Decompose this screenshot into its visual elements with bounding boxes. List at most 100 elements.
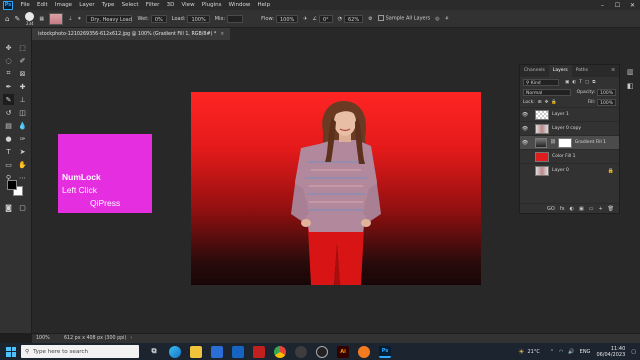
menu-edit[interactable]: Edit [33,2,51,8]
color-swatches[interactable] [7,180,25,198]
clean-brush-icon[interactable]: ✶ [77,16,81,22]
smoothing-input[interactable]: 62% [344,14,364,23]
tab-paths[interactable]: Paths [572,65,592,77]
pressure-icon[interactable]: ◎ [435,16,439,22]
path-select-tool-icon[interactable]: ➤ [17,146,28,157]
shape-tool-icon[interactable]: ▭ [3,159,14,170]
brush-settings-icon[interactable]: ▦ [39,16,44,22]
blend-mode-select[interactable]: Normal [523,88,571,96]
brush-tool-icon[interactable]: ✎ [3,94,14,105]
flow-input[interactable]: 100% [275,14,299,23]
visibility-eye-icon[interactable]: 👁 [520,126,530,132]
filter-type-icon[interactable]: T [579,80,582,85]
healing-brush-tool-icon[interactable]: ✚ [17,81,28,92]
task-view-icon[interactable]: ⧉ [148,346,160,358]
screen-mode-icon[interactable]: ▢ [17,202,28,213]
menu-image[interactable]: Image [51,2,75,8]
load-input[interactable]: 100% [187,14,210,23]
lock-position-icon[interactable]: ✥ [545,100,549,105]
marquee-tool-icon[interactable]: ⬚ [17,42,28,53]
menu-layer[interactable]: Layer [76,2,99,8]
zoom-level[interactable]: 100% [36,336,64,341]
menu-type[interactable]: Type [98,2,118,8]
layer-row[interactable]: Layer 0 🔒 [520,163,619,177]
tray-chevron-icon[interactable]: ⌃ [550,349,554,355]
language-indicator[interactable]: ENG [580,349,591,355]
layer-row[interactable]: 👁 Layer 1 [520,107,619,121]
history-brush-tool-icon[interactable]: ↺ [3,107,14,118]
tab-channels[interactable]: Channels [520,65,549,77]
dodge-tool-icon[interactable]: ● [3,133,14,144]
visibility-eye-icon[interactable]: 👁 [520,140,530,146]
filter-shape-icon[interactable]: ▢ [585,80,589,85]
symmetry-icon[interactable]: ⚘ [445,16,449,22]
gradient-tool-icon[interactable]: ▤ [3,120,14,131]
photoshop-taskbar-icon[interactable]: Ps [379,345,391,358]
photoshop-logo-icon[interactable]: Ps [3,0,13,10]
eraser-tool-icon[interactable]: ◫ [17,107,28,118]
wifi-icon[interactable]: ◠ [559,349,563,355]
menu-3d[interactable]: 3D [163,2,178,8]
hand-tool-icon[interactable]: ✋ [17,159,28,170]
new-group-icon[interactable]: ▭ [589,206,594,212]
menu-select[interactable]: Select [118,2,142,8]
add-mask-icon[interactable]: ▣ [579,206,584,212]
brush-preset-picker[interactable]: 234 [25,11,35,26]
maximize-button[interactable]: ☐ [610,2,625,9]
mail-icon[interactable] [232,345,244,358]
chrome-icon[interactable] [274,345,286,358]
airbrush-icon[interactable]: ✈ [303,16,307,22]
document-canvas[interactable] [191,92,481,285]
delete-layer-icon[interactable]: 🗑 [608,206,614,212]
illustrator-icon[interactable]: Ai [337,345,349,358]
foreground-color-swatch[interactable] [7,180,17,190]
crop-tool-icon[interactable]: ⌗ [3,68,14,79]
link-layers-icon[interactable]: GO [547,206,555,212]
tab-layers[interactable]: Layers [548,65,572,77]
document-tab[interactable]: istockphoto-1210269356-612x612.jpg @ 100… [32,28,231,40]
settings-gear-icon[interactable]: ⚙ [368,16,372,22]
volume-icon[interactable]: 🔊 [568,349,574,355]
panel-menu-icon[interactable]: ≡ [607,65,619,77]
minimize-button[interactable]: – [595,2,610,9]
app-icon[interactable] [295,345,307,358]
fill-input[interactable]: 100% [597,98,616,106]
opacity-input[interactable]: 100% [597,88,616,96]
close-button[interactable]: ✕ [625,2,640,9]
weather-icon[interactable]: ☀ [518,348,524,356]
lasso-tool-icon[interactable]: ◌ [3,55,14,66]
type-tool-icon[interactable]: T [3,146,14,157]
weather-temp[interactable]: 21°C [527,349,539,355]
media-player-icon[interactable] [358,345,370,358]
obs-icon[interactable] [316,345,328,358]
current-load-swatch[interactable] [49,12,64,25]
layer-style-icon[interactable]: fx [560,206,565,212]
close-tab-icon[interactable]: × [220,32,224,37]
history-panel-icon[interactable]: ▥ [627,68,634,76]
layer-row-selected[interactable]: 👁 ⛓ Gradient Fill 1 [520,135,619,149]
store-icon[interactable] [211,345,223,358]
properties-panel-icon[interactable]: ◧ [627,82,634,90]
sample-all-layers-checkbox[interactable]: Sample All Layers [377,15,430,22]
filter-adjust-icon[interactable]: ◐ [572,80,576,85]
move-tool-icon[interactable]: ✥ [3,42,14,53]
frame-tool-icon[interactable]: ⊠ [17,68,28,79]
menu-file[interactable]: File [17,2,33,8]
acrobat-icon[interactable] [253,345,265,358]
visibility-eye-icon[interactable]: 👁 [520,112,530,118]
angle-input[interactable]: 0° [318,14,333,23]
windows-start-icon[interactable] [6,346,16,357]
taskbar-search-input[interactable]: ⚲ Type here to search [21,345,139,358]
notifications-icon[interactable]: ▢ [631,349,636,355]
status-menu-icon[interactable]: › [130,336,132,341]
menu-help[interactable]: Help [254,2,274,8]
layer-row[interactable]: 👁 Layer 0 copy [520,121,619,135]
blend-preset-select[interactable]: Dry, Heavy Load [86,14,133,23]
eyedropper-tool-icon[interactable]: ✒ [3,81,14,92]
home-icon[interactable]: ⌂ [5,15,9,23]
quick-select-tool-icon[interactable]: ✐ [17,55,28,66]
menu-plugins[interactable]: Plugins [198,2,225,8]
load-brush-icon[interactable]: ⇣ [68,16,72,22]
blur-tool-icon[interactable]: 💧 [17,120,28,131]
adjustment-layer-icon[interactable]: ◐ [570,206,574,212]
